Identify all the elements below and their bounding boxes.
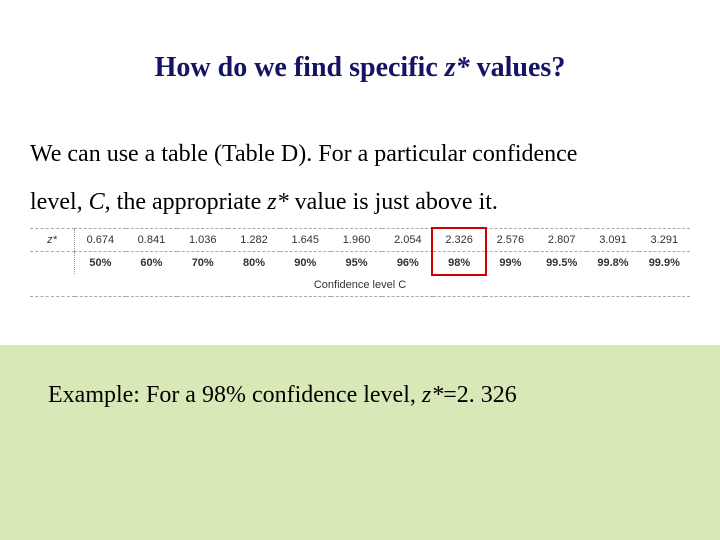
c-cell: 80% <box>228 252 279 275</box>
c-cell: 70% <box>177 252 228 275</box>
c-cell: 99% <box>485 252 536 275</box>
z-cell: 1.282 <box>228 229 279 252</box>
c-cell: 95% <box>331 252 382 275</box>
body-C: C <box>89 189 105 215</box>
z-cell: 1.645 <box>280 229 331 252</box>
row-label-z: z* <box>30 229 75 252</box>
z-cell: 2.807 <box>536 229 587 252</box>
body-zstar: z* <box>267 189 288 215</box>
z-cell: 2.054 <box>382 229 433 252</box>
z-cell: 3.291 <box>639 229 690 252</box>
body-text: We can use a table (Table D). For a part… <box>30 130 690 226</box>
table-caption-row: Confidence level C <box>30 274 690 297</box>
slide-title: How do we find specific z* values? <box>0 52 720 84</box>
z-cell: 2.326 <box>433 229 484 252</box>
c-cell: 60% <box>126 252 177 275</box>
z-cell: 1.960 <box>331 229 382 252</box>
title-text-pre: How do we find specific <box>155 52 445 83</box>
c-cell: 98% <box>433 252 484 275</box>
c-cell: 99.5% <box>536 252 587 275</box>
z-table: z* 0.674 0.841 1.036 1.282 1.645 1.960 2… <box>30 228 690 297</box>
example-band <box>0 345 720 540</box>
title-zstar: z* <box>445 52 470 83</box>
body-line1: We can use a table (Table D). For a part… <box>30 141 577 167</box>
body-line2b: , the appropriate <box>105 189 268 215</box>
table-caption: Confidence level C <box>30 274 690 297</box>
c-cell: 50% <box>75 252 126 275</box>
c-cell: 96% <box>382 252 433 275</box>
c-cell: 99.8% <box>587 252 638 275</box>
body-line2a: level, <box>30 189 89 215</box>
c-cell: 90% <box>280 252 331 275</box>
z-cell: 3.091 <box>587 229 638 252</box>
example-pre: Example: For a 98% confidence level, <box>48 382 422 408</box>
body-line2c: value is just above it. <box>289 189 498 215</box>
title-text-post: values? <box>470 52 566 83</box>
z-cell: 1.036 <box>177 229 228 252</box>
example-post: =2. 326 <box>443 382 517 408</box>
table-row-z: z* 0.674 0.841 1.036 1.282 1.645 1.960 2… <box>30 229 690 252</box>
c-cell: 99.9% <box>639 252 690 275</box>
table-row-c: 50% 60% 70% 80% 90% 95% 96% 98% 99% 99.5… <box>30 252 690 275</box>
z-cell: 0.674 <box>75 229 126 252</box>
z-cell: 0.841 <box>126 229 177 252</box>
row-label-c <box>30 252 75 275</box>
example-text: Example: For a 98% confidence level, z*=… <box>48 382 517 409</box>
example-zstar: z* <box>422 382 443 408</box>
z-cell: 2.576 <box>485 229 536 252</box>
